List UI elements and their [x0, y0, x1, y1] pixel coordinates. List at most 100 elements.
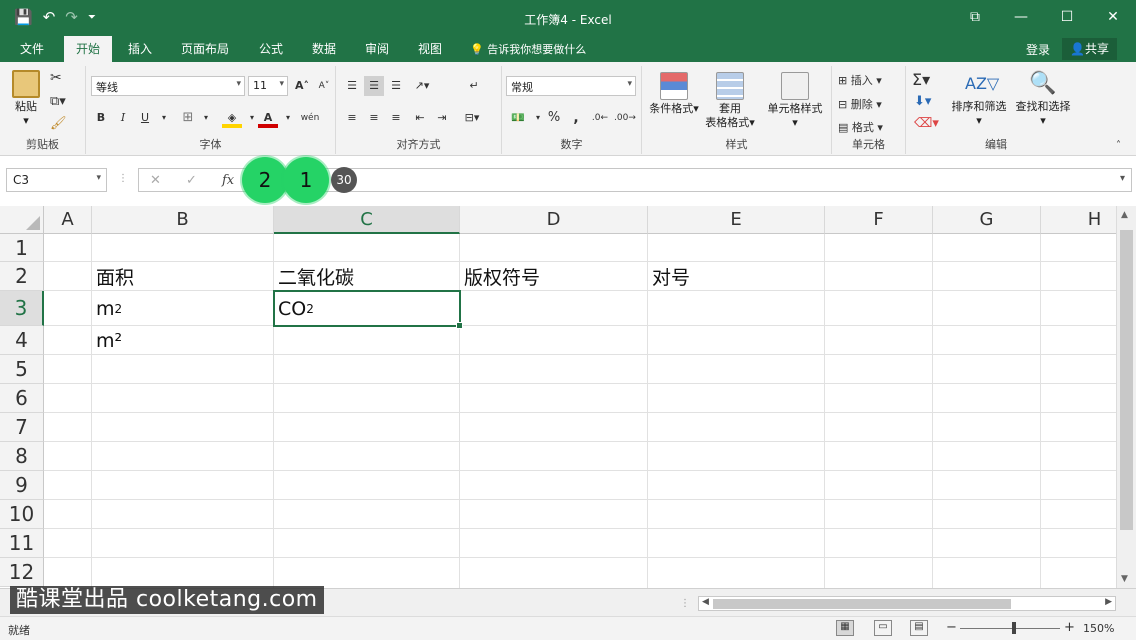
tab-formulas[interactable]: 公式 [259, 40, 283, 57]
orientation-icon[interactable]: ↗▾ [412, 76, 432, 96]
tell-me-search[interactable]: 💡 告诉我你想要做什么 [470, 41, 586, 57]
decrease-decimal-icon[interactable]: .00→ [614, 108, 636, 128]
border-icon[interactable]: ⊞ [178, 108, 198, 128]
zoom-slider[interactable] [960, 628, 1060, 629]
format-as-table-button[interactable]: 套用 表格格式▾ [700, 72, 760, 130]
column-header-g[interactable]: G [933, 206, 1041, 234]
wrap-text-icon[interactable]: ↵ [464, 76, 484, 96]
italic-button[interactable]: I [113, 108, 133, 128]
tab-data[interactable]: 数据 [312, 40, 336, 57]
align-center-icon[interactable]: ≡ [364, 108, 384, 128]
format-cells-button[interactable]: ▤ 格式 ▾ [838, 119, 883, 135]
increase-indent-icon[interactable]: ⇥ [432, 108, 452, 128]
font-color-icon[interactable]: A [258, 108, 278, 128]
tab-view[interactable]: 视图 [418, 40, 442, 57]
merge-center-icon[interactable]: ⊟▾ [462, 108, 482, 128]
minimize-icon[interactable]: — [998, 0, 1044, 34]
ribbon-display-options-icon[interactable]: ⧉ [952, 0, 998, 34]
percent-button[interactable]: % [544, 108, 564, 128]
shrink-font-button[interactable]: A˅ [314, 76, 334, 96]
fill-icon[interactable]: ⬇▾ [914, 94, 931, 109]
cell-b2[interactable]: 面积 [92, 262, 273, 291]
cell-e2[interactable]: 对号 [648, 262, 824, 291]
row-header-6[interactable]: 6 [0, 384, 44, 413]
tab-page-layout[interactable]: 页面布局 [181, 40, 229, 57]
cancel-icon[interactable]: ✕ [150, 173, 161, 188]
splitter-icon[interactable]: ⋮ [680, 598, 690, 609]
tab-home[interactable]: 开始 [64, 36, 113, 62]
column-header-d[interactable]: D [460, 206, 648, 234]
scroll-up-icon[interactable]: ▲ [1121, 210, 1128, 220]
row-header-8[interactable]: 8 [0, 442, 44, 471]
align-right-icon[interactable]: ≡ [386, 108, 406, 128]
share-button[interactable]: 👤共享 [1062, 38, 1117, 60]
cell-d2[interactable]: 版权符号 [460, 262, 647, 291]
align-top-icon[interactable]: ☰ [342, 76, 362, 96]
zoom-level[interactable]: 150% [1083, 622, 1114, 635]
tab-file[interactable]: 文件 [20, 40, 44, 57]
bold-button[interactable]: B [91, 108, 111, 128]
increase-decimal-icon[interactable]: .0← [590, 108, 610, 128]
tab-insert[interactable]: 插入 [128, 40, 152, 57]
align-bottom-icon[interactable]: ☰ [386, 76, 406, 96]
maximize-icon[interactable]: ☐ [1044, 0, 1090, 34]
column-header-f[interactable]: F [825, 206, 933, 234]
delete-cells-button[interactable]: ⊟ 删除 ▾ [838, 96, 882, 112]
page-break-view-icon[interactable]: ▤ [910, 620, 928, 636]
phonetic-icon[interactable]: wén [300, 108, 320, 128]
row-header-9[interactable]: 9 [0, 471, 44, 500]
column-header-e[interactable]: E [648, 206, 825, 234]
border-dropdown-icon[interactable]: ▾ [196, 108, 216, 128]
align-left-icon[interactable]: ≡ [342, 108, 362, 128]
column-header-a[interactable]: A [44, 206, 92, 234]
tab-review[interactable]: 审阅 [365, 40, 389, 57]
enter-icon[interactable]: ✓ [186, 173, 197, 188]
format-painter-icon[interactable]: 🖌 [50, 116, 67, 131]
scroll-left-icon[interactable]: ◀ [702, 597, 709, 607]
row-header-4[interactable]: 4 [0, 326, 44, 355]
conditional-formatting-button[interactable]: 条件格式▾ [646, 72, 702, 116]
row-header-2[interactable]: 2 [0, 262, 44, 291]
zoom-slider-knob[interactable] [1012, 622, 1016, 634]
select-all-corner[interactable] [0, 206, 44, 234]
insert-function-icon[interactable]: fx [222, 173, 234, 188]
horizontal-scroll-thumb[interactable] [713, 599, 1011, 609]
cell-styles-button[interactable]: 单元格样式 ▾ [762, 72, 828, 130]
grow-font-button[interactable]: A˄ [292, 76, 312, 96]
collapse-ribbon-icon[interactable]: ˄ [1116, 140, 1121, 151]
page-layout-view-icon[interactable]: ▭ [874, 620, 892, 636]
align-middle-icon[interactable]: ☰ [364, 76, 384, 96]
scroll-down-icon[interactable]: ▼ [1121, 574, 1128, 584]
column-header-h[interactable]: H [1041, 206, 1116, 234]
font-color-dropdown-icon[interactable]: ▾ [278, 108, 298, 128]
row-header-10[interactable]: 10 [0, 500, 44, 529]
zoom-out-icon[interactable]: − [946, 620, 957, 635]
worksheet-grid[interactable]: A B C D E F G H 1 2 3 4 5 6 7 8 9 10 11 … [0, 206, 1116, 588]
vertical-scrollbar[interactable]: ▲ ▼ [1116, 206, 1136, 588]
number-format-select[interactable]: 常规 [506, 76, 636, 96]
cell-b3[interactable]: m2 [92, 291, 273, 326]
comma-button[interactable]: , [566, 108, 586, 128]
row-header-3[interactable]: 3 [0, 291, 44, 326]
row-header-11[interactable]: 11 [0, 529, 44, 558]
decrease-indent-icon[interactable]: ⇤ [410, 108, 430, 128]
zoom-in-icon[interactable]: + [1064, 620, 1075, 635]
row-header-5[interactable]: 5 [0, 355, 44, 384]
horizontal-scrollbar[interactable]: ◀ ▶ [698, 596, 1116, 611]
name-box[interactable]: C3 [6, 168, 107, 192]
row-header-7[interactable]: 7 [0, 413, 44, 442]
row-header-1[interactable]: 1 [0, 234, 44, 262]
normal-view-icon[interactable]: ▦ [836, 620, 854, 636]
cell-b4[interactable]: m² [92, 326, 273, 355]
underline-dropdown-icon[interactable]: ▾ [154, 108, 174, 128]
sort-filter-button[interactable]: AZ▽ 排序和筛选 ▾ [946, 70, 1012, 128]
autosum-icon[interactable]: Σ▾ [912, 70, 930, 89]
cut-icon[interactable]: ✂ [50, 70, 62, 86]
find-select-button[interactable]: 🔍 查找和选择 ▾ [1010, 70, 1076, 128]
vertical-scroll-thumb[interactable] [1120, 230, 1133, 530]
paste-button[interactable]: 粘贴 ▾ [6, 70, 46, 128]
currency-icon[interactable]: 💵 [508, 108, 528, 128]
column-header-c[interactable]: C [274, 206, 460, 234]
login-link[interactable]: 登录 [1026, 41, 1050, 58]
close-icon[interactable]: ✕ [1090, 0, 1136, 34]
